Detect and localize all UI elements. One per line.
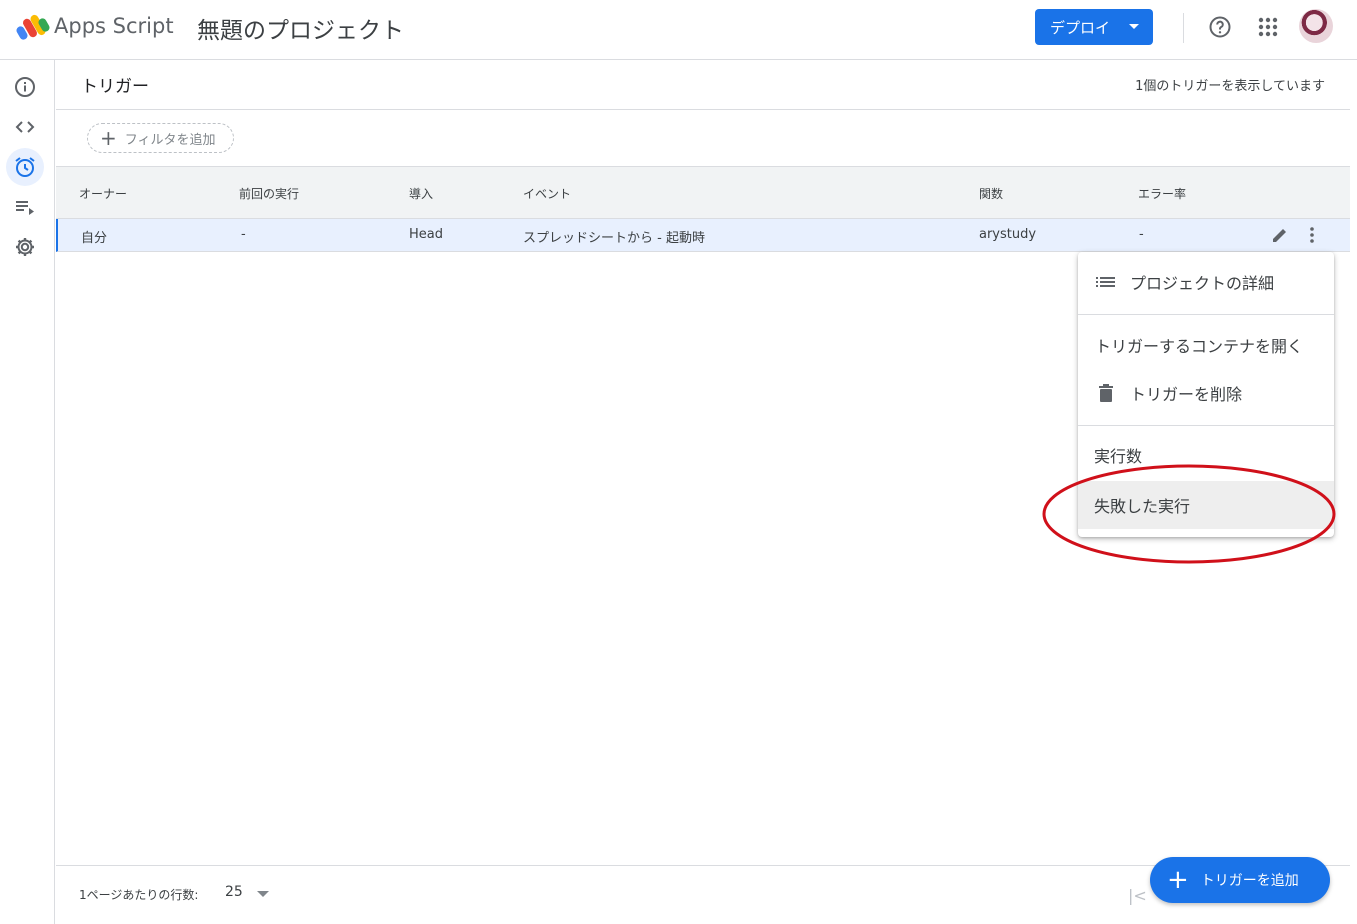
trash-icon bbox=[1099, 384, 1113, 402]
project-title[interactable]: 無題のプロジェクト bbox=[197, 11, 404, 45]
menu-item-label: 失敗した実行 bbox=[1094, 497, 1191, 516]
first-page-icon[interactable]: |< bbox=[1128, 886, 1147, 905]
app-brand[interactable]: Apps Script bbox=[54, 14, 174, 38]
chevron-down-icon[interactable] bbox=[257, 891, 269, 897]
sidebar-item-executions[interactable] bbox=[6, 188, 44, 226]
sidebar-item-editor[interactable] bbox=[6, 108, 44, 146]
add-trigger-label: トリガーを追加 bbox=[1200, 873, 1299, 889]
menu-item-label: プロジェクトの詳細 bbox=[1130, 274, 1275, 293]
menu-item-label: トリガーを削除 bbox=[1130, 385, 1243, 404]
menu-divider bbox=[1078, 314, 1334, 315]
plus-icon: + bbox=[100, 126, 117, 150]
edit-icon[interactable] bbox=[1271, 226, 1289, 244]
executions-icon bbox=[16, 201, 34, 215]
code-icon bbox=[15, 121, 35, 133]
table-row[interactable]: 自分 - Head スプレッドシートから - 起動時 arystudy - bbox=[56, 219, 1350, 252]
add-filter-button[interactable]: + フィルタを追加 bbox=[87, 123, 234, 153]
cell-last-run: - bbox=[241, 227, 246, 242]
google-apps-icon[interactable] bbox=[1257, 16, 1279, 38]
add-filter-label: フィルタを追加 bbox=[124, 132, 216, 148]
cell-function: arystudy bbox=[979, 227, 1037, 242]
gear-icon bbox=[16, 238, 34, 256]
trigger-count-text: 1個のトリガーを表示しています bbox=[1135, 79, 1325, 94]
deploy-button[interactable]: デプロイ bbox=[1035, 9, 1153, 45]
menu-item-open-container[interactable]: トリガーするコンテナを開く bbox=[1078, 321, 1334, 369]
sidebar-item-overview[interactable] bbox=[6, 68, 44, 106]
table-header: オーナー 前回の実行 導入 イベント 関数 エラー率 bbox=[56, 166, 1350, 219]
menu-item-delete-trigger[interactable]: トリガーを削除 bbox=[1078, 369, 1334, 417]
sidebar bbox=[0, 60, 55, 924]
add-trigger-button[interactable]: + トリガーを追加 bbox=[1150, 857, 1330, 903]
trigger-context-menu: プロジェクトの詳細 トリガーするコンテナを開く トリガーを削除 実行数 失敗した… bbox=[1078, 252, 1334, 537]
divider bbox=[56, 109, 1350, 110]
column-header-owner[interactable]: オーナー bbox=[79, 185, 127, 202]
more-vert-icon[interactable] bbox=[1303, 225, 1321, 245]
menu-item-project-details[interactable]: プロジェクトの詳細 bbox=[1078, 258, 1334, 306]
deploy-button-label: デプロイ bbox=[1050, 18, 1111, 37]
apps-script-logo-icon bbox=[16, 14, 50, 40]
column-header-error-rate[interactable]: エラー率 bbox=[1138, 185, 1186, 202]
menu-item-label: 実行数 bbox=[1094, 447, 1143, 466]
divider bbox=[1183, 13, 1184, 43]
menu-item-failed-executions[interactable]: 失敗した実行 bbox=[1078, 481, 1334, 529]
column-header-event[interactable]: イベント bbox=[523, 185, 571, 202]
cell-error-rate: - bbox=[1139, 227, 1144, 242]
cell-deployment: Head bbox=[409, 227, 443, 242]
menu-item-label: トリガーするコンテナを開く bbox=[1095, 337, 1304, 356]
column-header-last-run[interactable]: 前回の実行 bbox=[239, 185, 299, 202]
avatar[interactable] bbox=[1299, 9, 1333, 43]
column-header-function[interactable]: 関数 bbox=[979, 185, 1003, 202]
list-icon bbox=[1096, 277, 1115, 287]
rows-per-page-label: 1ページあたりの行数: bbox=[79, 888, 199, 902]
help-icon[interactable] bbox=[1208, 15, 1232, 39]
menu-divider bbox=[1078, 425, 1334, 426]
column-header-deployment[interactable]: 導入 bbox=[409, 185, 433, 202]
sidebar-item-settings[interactable] bbox=[6, 228, 44, 266]
info-icon bbox=[15, 77, 35, 97]
plus-icon: + bbox=[1167, 865, 1189, 895]
menu-item-executions[interactable]: 実行数 bbox=[1078, 431, 1334, 479]
top-bar: Apps Script 無題のプロジェクト デプロイ bbox=[0, 0, 1357, 60]
alarm-icon bbox=[15, 157, 35, 177]
chevron-down-icon bbox=[1129, 24, 1139, 29]
page-title: トリガー bbox=[81, 77, 149, 97]
cell-owner: 自分 bbox=[81, 231, 108, 246]
sidebar-item-triggers[interactable] bbox=[6, 148, 44, 186]
rows-per-page-select[interactable]: 25 bbox=[225, 884, 243, 900]
cell-event: スプレッドシートから - 起動時 bbox=[523, 231, 705, 246]
